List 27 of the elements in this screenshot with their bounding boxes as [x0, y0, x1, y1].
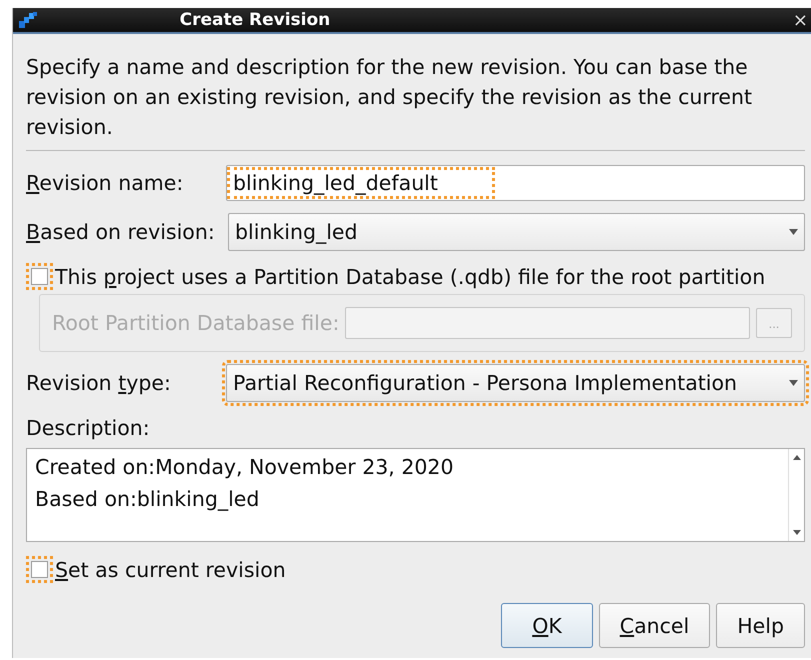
based-on-label: Based on revision:: [26, 220, 216, 244]
scroll-down-icon[interactable]: [792, 530, 800, 535]
close-button[interactable]: ×: [792, 10, 808, 30]
dialog-button[interactable]: Help: [716, 603, 805, 648]
checkbox[interactable]: [31, 561, 48, 578]
description-line: Based on:blinking_led: [35, 486, 260, 513]
window-title: Create Revision: [178, 10, 332, 30]
based-on-dropdown[interactable]: blinking_led: [228, 213, 805, 251]
caret-icon: [789, 380, 798, 386]
description-line: Created on:Monday, November 23, 2020: [35, 454, 454, 481]
checkbox[interactable]: [31, 268, 48, 285]
scroll-up-icon[interactable]: [792, 455, 800, 460]
root-partition-field[interactable]: [345, 307, 750, 339]
app-icon: [19, 12, 37, 28]
revision-type-label: Revision type:: [26, 371, 172, 395]
caret-icon: [789, 229, 798, 235]
root-partition-label: Root Partition Database file:: [52, 311, 340, 335]
dialog-button[interactable]: Cancel: [598, 603, 710, 648]
intro-text: Specify a name and description for the new revision. You can base the revision on an existing revision, and specify the revision as the current revision.: [26, 54, 754, 141]
description-field[interactable]: Created on:Monday, November 23, 2020 Based on:blinking_led: [26, 448, 805, 542]
revision-name-field[interactable]: blinking_led_default: [226, 165, 805, 201]
partition-db-label: This project uses a Partition Database (.qdb) file for the root partition: [55, 264, 766, 288]
scrollbar[interactable]: [788, 449, 804, 541]
revision-name-label: Revision name:: [26, 171, 184, 195]
description-label: Description:: [26, 416, 150, 440]
dialog-button[interactable]: OK: [501, 603, 593, 648]
set-current-label: Set as current revision: [55, 558, 286, 582]
